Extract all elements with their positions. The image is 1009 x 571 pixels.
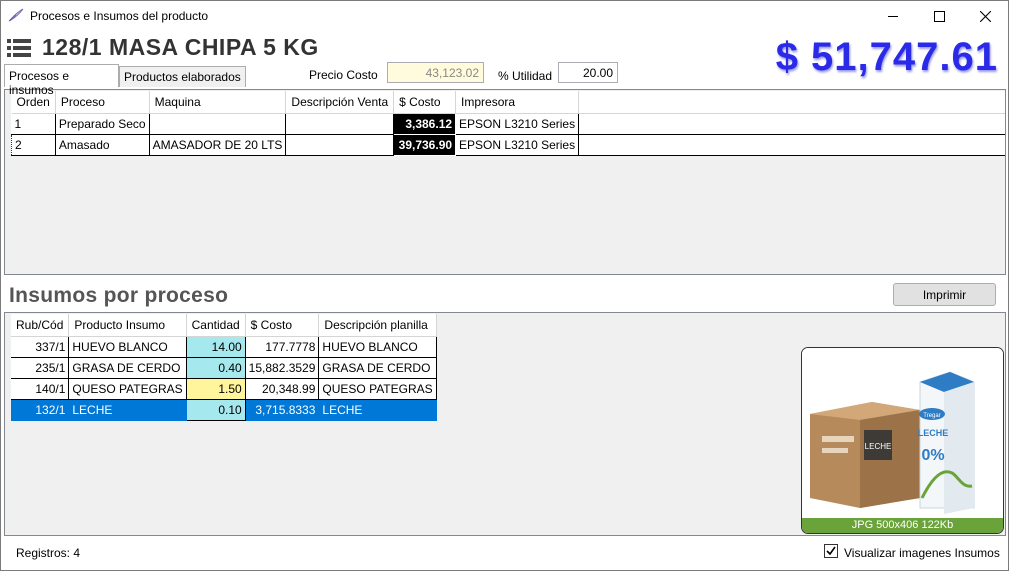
tab-productos-elaborados[interactable]: Productos elaborados bbox=[119, 66, 246, 87]
cell-producto-insumo[interactable]: HUEVO BLANCO bbox=[68, 336, 187, 358]
procesos-table: Orden Proceso Maquina Descripción Venta … bbox=[11, 91, 1005, 156]
cell-cantidad[interactable]: 14.00 bbox=[186, 336, 246, 358]
cell-maquina[interactable] bbox=[149, 113, 287, 135]
table-row[interactable]: 235/1 GRASA DE CERDO 0.40 15,882.3529 GR… bbox=[11, 357, 437, 379]
cell-rub-cod[interactable]: 337/1 bbox=[11, 336, 70, 358]
close-button[interactable] bbox=[962, 1, 1008, 31]
procesos-header-row: Orden Proceso Maquina Descripción Venta … bbox=[11, 91, 1005, 114]
cell-maquina[interactable]: AMASADOR DE 20 LTS bbox=[149, 133, 287, 156]
insumo-image-preview: LECHE Tregar LECHE 0% JPG 500x406 122Kb bbox=[801, 347, 1004, 534]
cell-producto-insumo[interactable]: QUESO PATEGRAS bbox=[68, 378, 187, 400]
cell-cantidad[interactable]: 0.10 bbox=[185, 398, 246, 421]
utilidad-label: % Utilidad bbox=[498, 69, 553, 83]
cell-descripcion-venta[interactable] bbox=[285, 113, 395, 135]
main-window: Procesos e Insumos del producto 128/1 MA… bbox=[0, 0, 1009, 571]
cell-descripcion-planilla[interactable]: LECHE bbox=[318, 399, 437, 421]
column-header-descripcion-venta[interactable]: Descripción Venta bbox=[285, 91, 395, 114]
table-row[interactable]: 337/1 HUEVO BLANCO 14.00 177.7778 HUEVO … bbox=[11, 336, 437, 358]
title-bar: Procesos e Insumos del producto bbox=[1, 1, 1008, 31]
column-header-costo[interactable]: $ Costo bbox=[393, 91, 457, 114]
table-row[interactable]: 2 Amasado AMASADOR DE 20 LTS 39,736.90 E… bbox=[11, 133, 1005, 156]
cell-proceso[interactable]: Preparado Seco bbox=[55, 113, 150, 135]
registros-count: Registros: 4 bbox=[16, 546, 81, 560]
visualizar-imagenes-label[interactable]: Visualizar imagenes Insumos bbox=[844, 546, 1000, 560]
cell-descripcion-venta[interactable] bbox=[285, 133, 395, 156]
cell-costo[interactable]: 20,348.99 bbox=[245, 378, 320, 400]
insumos-table: Rub/Cód Producto Insumo Cantidad $ Costo… bbox=[11, 314, 437, 421]
table-row[interactable]: 140/1 QUESO PATEGRAS 1.50 20,348.99 QUES… bbox=[11, 378, 437, 400]
cell-producto-insumo[interactable]: LECHE bbox=[68, 399, 187, 421]
imprimir-button[interactable]: Imprimir bbox=[893, 283, 996, 306]
visualizar-imagenes-checkbox[interactable] bbox=[824, 544, 838, 558]
box-text: LECHE bbox=[865, 442, 892, 451]
procesos-grid-panel: Orden Proceso Maquina Descripción Venta … bbox=[4, 89, 1006, 275]
feather-pen-icon bbox=[8, 8, 24, 22]
carton-brand: Tregar bbox=[923, 413, 940, 419]
cell-filler bbox=[578, 133, 1005, 156]
column-header-descripcion-planilla[interactable]: Descripción planilla bbox=[318, 314, 437, 337]
cell-proceso[interactable]: Amasado bbox=[55, 133, 150, 156]
cell-cantidad[interactable]: 0.40 bbox=[186, 357, 246, 379]
cell-orden[interactable]: 2 bbox=[11, 133, 56, 156]
cell-rub-cod[interactable]: 132/1 bbox=[11, 399, 70, 421]
cell-impresora[interactable]: EPSON L3210 Series bbox=[455, 113, 580, 135]
insumos-section-title: Insumos por proceso bbox=[9, 284, 229, 307]
cell-costo[interactable]: 15,882.3529 bbox=[245, 357, 320, 379]
image-caption: JPG 500x406 122Kb bbox=[802, 518, 1003, 533]
column-header-filler bbox=[578, 91, 1005, 114]
product-price: $ 51,747.61 bbox=[775, 35, 998, 79]
carton-text: LECHE bbox=[918, 428, 949, 438]
precio-costo-label: Precio Costo bbox=[309, 68, 378, 82]
minimize-button[interactable] bbox=[870, 1, 916, 31]
cell-costo[interactable]: 177.7778 bbox=[245, 336, 320, 358]
cell-producto-insumo[interactable]: GRASA DE CERDO bbox=[68, 357, 187, 379]
product-photo: LECHE Tregar LECHE 0% bbox=[802, 348, 1003, 520]
cell-rub-cod[interactable]: 235/1 bbox=[11, 357, 70, 379]
close-icon bbox=[979, 10, 991, 22]
cell-descripcion-planilla[interactable]: HUEVO BLANCO bbox=[318, 336, 437, 358]
cell-cantidad[interactable]: 1.50 bbox=[186, 378, 246, 400]
carton-percent: 0% bbox=[921, 447, 944, 464]
cell-filler bbox=[578, 113, 1005, 135]
precio-costo-field[interactable]: 43,123.02 bbox=[387, 62, 484, 83]
utilidad-field[interactable]: 20.00 bbox=[558, 62, 618, 83]
list-icon bbox=[7, 39, 31, 57]
column-header-proceso[interactable]: Proceso bbox=[55, 91, 150, 114]
maximize-button[interactable] bbox=[916, 1, 962, 31]
window-title: Procesos e Insumos del producto bbox=[30, 9, 209, 23]
cell-costo[interactable]: 3,715.8333 bbox=[245, 399, 320, 421]
cell-costo[interactable]: 39,736.90 bbox=[393, 133, 457, 156]
cell-rub-cod[interactable]: 140/1 bbox=[11, 378, 70, 400]
column-header-producto-insumo[interactable]: Producto Insumo bbox=[68, 314, 187, 337]
insumos-header-row: Rub/Cód Producto Insumo Cantidad $ Costo… bbox=[11, 314, 437, 337]
column-header-maquina[interactable]: Maquina bbox=[149, 91, 287, 114]
cell-descripcion-planilla[interactable]: QUESO PATEGRAS bbox=[318, 378, 437, 400]
tab-procesos-insumos[interactable]: Procesos e insumos bbox=[4, 64, 119, 97]
checkmark-icon bbox=[826, 546, 836, 556]
table-row[interactable]: 1 Preparado Seco 3,386.12 EPSON L3210 Se… bbox=[11, 112, 1005, 135]
column-header-impresora[interactable]: Impresora bbox=[455, 91, 580, 114]
column-header-costo[interactable]: $ Costo bbox=[245, 314, 320, 337]
cell-descripcion-planilla[interactable]: GRASA DE CERDO bbox=[318, 357, 437, 379]
cell-impresora[interactable]: EPSON L3210 Series bbox=[455, 133, 580, 156]
column-header-cantidad[interactable]: Cantidad bbox=[186, 314, 246, 337]
cell-orden[interactable]: 1 bbox=[11, 113, 56, 135]
product-title: 128/1 MASA CHIPA 5 KG bbox=[42, 34, 319, 60]
cell-costo[interactable]: 3,386.12 bbox=[393, 112, 457, 135]
minimize-icon bbox=[887, 15, 898, 17]
table-row-selected[interactable]: 132/1 LECHE 0.10 3,715.8333 LECHE bbox=[11, 398, 437, 421]
column-header-rub-cod[interactable]: Rub/Cód bbox=[11, 314, 70, 337]
maximize-icon bbox=[933, 10, 945, 22]
